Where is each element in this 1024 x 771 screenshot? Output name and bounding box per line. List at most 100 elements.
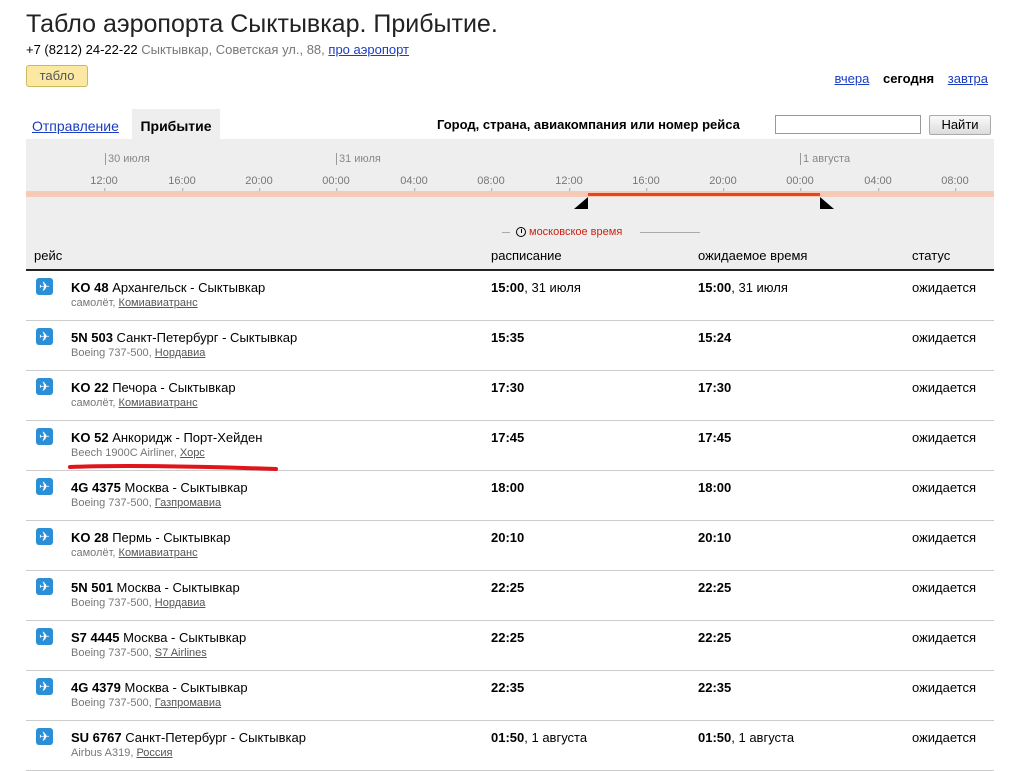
aircraft-type: Boeing 737-500,	[71, 497, 152, 509]
timeline-selected-range	[588, 193, 820, 196]
scheduled-time: 22:25	[491, 630, 524, 645]
airline-link[interactable]: Комиавиатранс	[119, 547, 198, 559]
about-airport-link[interactable]: про аэропорт	[328, 42, 409, 57]
table-row[interactable]: ✈ 5N 501 Москва - Сыктывкар Boeing 737-500…	[26, 570, 994, 621]
flight-code: 4G 4375	[71, 480, 121, 495]
scheduled-time: 18:00	[491, 480, 524, 495]
timeline-date: 30 июля	[105, 153, 150, 165]
flight-details: Boeing 737-500, Нордавиа	[71, 597, 205, 609]
scheduled-date: , 1 августа	[524, 730, 588, 745]
airline-link[interactable]: Комиавиатранс	[119, 297, 198, 309]
flight-route: Москва - Сыктывкар	[124, 680, 248, 695]
flight-title: SU 6767 Санкт-Петербург - Сыктывкар	[71, 730, 306, 745]
flight-route: Санкт-Петербург - Сыктывкар	[116, 330, 298, 345]
table-row[interactable]: ✈ KO 48 Архангельск - Сыктывкар самолёт, К…	[26, 270, 994, 321]
airline-link[interactable]: Газпромавиа	[155, 697, 221, 709]
today-label: сегодня	[882, 71, 935, 86]
flight-details: самолёт, Комиавиатранс	[71, 547, 198, 559]
scheduled-time: 01:50, 1 августа	[491, 730, 587, 745]
table-row[interactable]: ✈ KO 28 Пермь - Сыктывкар самолёт, Комиави…	[26, 520, 994, 571]
aircraft-type: самолёт,	[71, 397, 116, 409]
flight-details: самолёт, Комиавиатранс	[71, 297, 198, 309]
flight-status: ожидается	[912, 580, 977, 595]
tab-departure[interactable]: Отправление	[32, 118, 119, 134]
table-row[interactable]: ✈ 5N 503 Санкт-Петербург - Сыктывкар Boein…	[26, 320, 994, 371]
scheduled-hour: 15:00	[491, 280, 525, 295]
flight-code: 5N 501	[71, 580, 113, 595]
yesterday-link[interactable]: вчера	[835, 71, 870, 86]
airline-link[interactable]: Нордавиа	[155, 597, 206, 609]
flight-code: 4G 4379	[71, 680, 121, 695]
scheduled-time: 22:25	[491, 580, 524, 595]
day-switcher: вчера сегодня завтра	[825, 71, 988, 86]
flight-status: ожидается	[912, 630, 977, 645]
expected-hour: 22:25	[698, 580, 732, 595]
airline-link[interactable]: Газпромавиа	[155, 497, 221, 509]
flight-route: Москва - Сыктывкар	[123, 630, 247, 645]
timeline-hour: 04:00	[864, 175, 892, 193]
table-row[interactable]: ✈ 4G 4375 Москва - Сыктывкар Boeing 737-50…	[26, 470, 994, 521]
expected-hour: 17:45	[698, 430, 732, 445]
address: Сыктывкар, Советская ул., 88,	[141, 42, 325, 57]
aircraft-type: самолёт,	[71, 297, 116, 309]
timeline-hour: 16:00	[632, 175, 660, 193]
range-start-handle[interactable]	[574, 197, 588, 209]
airline-link[interactable]: Нордавиа	[155, 347, 206, 359]
expected-time: 15:00, 31 июля	[698, 280, 788, 295]
table-row[interactable]: ✈ KO 22 Печора - Сыктывкар самолёт, Комиав…	[26, 370, 994, 421]
tomorrow-link[interactable]: завтра	[948, 71, 988, 86]
flight-title: KO 28 Пермь - Сыктывкар	[71, 530, 230, 545]
flight-title: KO 48 Архангельск - Сыктывкар	[71, 280, 265, 295]
table-row[interactable]: ✈ 4G 4379 Москва - Сыктывкар Boeing 737-50…	[26, 670, 994, 721]
flight-details: Boeing 737-500, Газпромавиа	[71, 497, 221, 509]
page-title: Табло аэропорта Сыктывкар. Прибытие.	[26, 10, 498, 38]
aircraft-type: Beech 1900C Airliner,	[71, 447, 177, 459]
expected-hour: 15:24	[698, 330, 732, 345]
col-expected: ожидаемое время	[698, 248, 808, 263]
flight-details: Boeing 737-500, Газпромавиа	[71, 697, 221, 709]
airline-link[interactable]: S7 Airlines	[155, 647, 207, 659]
aircraft-type: самолёт,	[71, 547, 116, 559]
flight-status: ожидается	[912, 380, 977, 395]
search-input[interactable]	[775, 115, 921, 134]
aircraft-type: Boeing 737-500,	[71, 697, 152, 709]
scheduled-hour: 20:10	[491, 530, 525, 545]
flight-route: Пермь - Сыктывкар	[112, 530, 231, 545]
phone-number: +7 (8212) 24-22-22	[26, 42, 138, 57]
flight-title: 5N 501 Москва - Сыктывкар	[71, 580, 240, 595]
plane-icon: ✈	[36, 428, 53, 445]
plane-icon: ✈	[36, 478, 53, 495]
search-button[interactable]: Найти	[929, 115, 991, 135]
contact-line: +7 (8212) 24-22-22 Сыктывкар, Советская …	[26, 42, 409, 57]
flight-title: 4G 4375 Москва - Сыктывкар	[71, 480, 248, 495]
plane-icon: ✈	[36, 728, 53, 745]
table-row[interactable]: ✈ SU 6767 Санкт-Петербург - Сыктывкар Airb…	[26, 720, 994, 771]
airline-link[interactable]: Хорс	[180, 447, 205, 459]
tab-arrival[interactable]: Прибытие	[132, 109, 220, 139]
scheduled-time: 17:30	[491, 380, 524, 395]
scheduled-time: 20:10	[491, 530, 524, 545]
airline-link[interactable]: Комиавиатранс	[119, 397, 198, 409]
expected-time: 22:25	[698, 630, 731, 645]
flight-title: 4G 4379 Москва - Сыктывкар	[71, 680, 248, 695]
range-end-handle[interactable]	[820, 197, 834, 209]
timezone-text: московское время	[529, 226, 623, 238]
flight-details: Beech 1900C Airliner, Хорс	[71, 447, 205, 459]
flight-status: ожидается	[912, 280, 977, 295]
timeline[interactable]: 30 июля 31 июля 1 августа 12:00 16:00 20…	[26, 139, 994, 219]
timeline-date: 1 августа	[800, 153, 850, 165]
flight-title: KO 52 Анкоридж - Порт-Хейден	[71, 430, 262, 445]
timeline-hour: 00:00	[322, 175, 350, 193]
plane-icon: ✈	[36, 378, 53, 395]
tablo-button[interactable]: табло	[26, 65, 88, 87]
flight-title: S7 4445 Москва - Сыктывкар	[71, 630, 246, 645]
timeline-hour: 12:00	[555, 175, 583, 193]
aircraft-type: Boeing 737-500,	[71, 647, 152, 659]
timezone-bracket-left	[502, 232, 510, 239]
plane-icon: ✈	[36, 528, 53, 545]
plane-icon: ✈	[36, 578, 53, 595]
table-row[interactable]: ✈ S7 4445 Москва - Сыктывкар Boeing 737-50…	[26, 620, 994, 671]
flight-details: Airbus A319, Россия	[71, 747, 173, 759]
plane-icon: ✈	[36, 278, 53, 295]
airline-link[interactable]: Россия	[136, 747, 172, 759]
